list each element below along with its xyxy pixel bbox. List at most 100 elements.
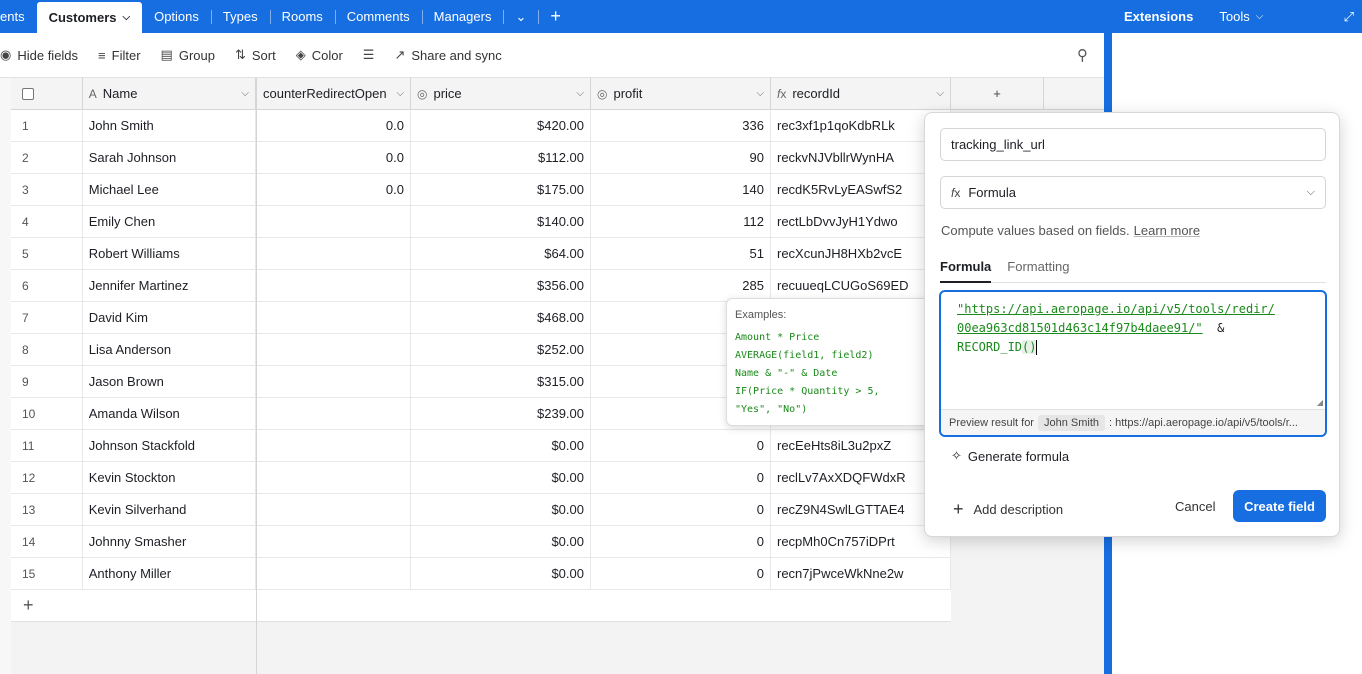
extensions-tab[interactable]: Extensions <box>1112 9 1193 24</box>
add-row-button[interactable]: + <box>11 590 256 622</box>
resize-handle-icon[interactable]: ◢ <box>1317 398 1323 407</box>
cell-counter[interactable] <box>257 334 411 365</box>
generate-formula-button[interactable]: ✧ Generate formula <box>951 448 1069 464</box>
chevron-down-icon[interactable]: ⌵ <box>756 88 764 99</box>
column-header-profit[interactable]: ◎ profit ⌵ <box>591 78 771 109</box>
table-row[interactable]: 11 Johnson Stackfold <box>11 430 256 462</box>
row-number[interactable]: 14 <box>11 526 83 557</box>
table-row[interactable]: 7 David Kim <box>11 302 256 334</box>
row-number[interactable]: 8 <box>11 334 83 365</box>
cell-profit[interactable]: 285 <box>591 270 771 301</box>
cell-price[interactable]: $0.00 <box>411 558 591 589</box>
row-number[interactable]: 9 <box>11 366 83 397</box>
cell-price[interactable]: $0.00 <box>411 526 591 557</box>
cell-counter[interactable] <box>257 206 411 237</box>
row-number[interactable]: 3 <box>11 174 83 205</box>
cell-price[interactable]: $0.00 <box>411 430 591 461</box>
table-row[interactable]: 0.0 $175.00 140 recdK5RvLyEASwfS2 <box>257 174 951 206</box>
cell-price[interactable]: $468.00 <box>411 302 591 333</box>
cell-name[interactable]: Amanda Wilson <box>83 398 256 429</box>
column-header-name[interactable]: A Name ⌵ <box>83 78 256 109</box>
table-row[interactable]: 13 Kevin Silverhand <box>11 494 256 526</box>
table-row[interactable]: 2 Sarah Johnson <box>11 142 256 174</box>
cell-profit[interactable]: 0 <box>591 526 771 557</box>
row-number[interactable]: 12 <box>11 462 83 493</box>
search-icon[interactable]: ⚲ <box>1077 46 1088 64</box>
chevron-down-icon[interactable]: ⌵ <box>241 88 249 99</box>
add-row-area[interactable] <box>257 590 951 622</box>
tab-comments[interactable]: Comments <box>334 0 422 33</box>
table-row[interactable]: 3 Michael Lee <box>11 174 256 206</box>
field-type-select[interactable]: fx Formula ⌵ <box>940 176 1326 209</box>
table-row[interactable]: $0.00 0 recpMh0Cn757iDPrt <box>257 526 951 558</box>
checkbox[interactable] <box>22 87 34 100</box>
cell-counter[interactable] <box>257 270 411 301</box>
cell-name[interactable]: Kevin Stockton <box>83 462 256 493</box>
cell-profit[interactable]: 336 <box>591 110 771 141</box>
cell-counter[interactable] <box>257 238 411 269</box>
table-row[interactable]: 10 Amanda Wilson <box>11 398 256 430</box>
table-row[interactable]: 5 Robert Williams <box>11 238 256 270</box>
hide-fields-button[interactable]: ◉ Hide fields <box>0 47 88 63</box>
cell-name[interactable]: Kevin Silverhand <box>83 494 256 525</box>
tab-formatting[interactable]: Formatting <box>1007 259 1069 282</box>
table-row[interactable]: $64.00 51 recXcunJH8HXb2vcE <box>257 238 951 270</box>
cell-profit[interactable]: 0 <box>591 430 771 461</box>
cell-price[interactable]: $239.00 <box>411 398 591 429</box>
cell-profit[interactable]: 90 <box>591 142 771 173</box>
table-row[interactable]: 8 Lisa Anderson <box>11 334 256 366</box>
chevron-down-icon[interactable]: ⌵ <box>396 88 404 99</box>
cell-counter[interactable] <box>257 494 411 525</box>
cell-price[interactable]: $420.00 <box>411 110 591 141</box>
cell-price[interactable]: $0.00 <box>411 462 591 493</box>
sort-button[interactable]: ⇅ Sort <box>225 47 286 63</box>
row-number[interactable]: 1 <box>11 110 83 141</box>
expand-icon[interactable]: ⤢ <box>1344 9 1354 25</box>
cell-counter[interactable] <box>257 558 411 589</box>
table-row[interactable]: 1 John Smith <box>11 110 256 142</box>
row-number[interactable]: 13 <box>11 494 83 525</box>
cell-price[interactable]: $175.00 <box>411 174 591 205</box>
formula-code[interactable]: "https://api.aeropage.io/api/v5/tools/re… <box>957 300 1317 357</box>
cell-profit[interactable]: 112 <box>591 206 771 237</box>
chevron-down-icon[interactable]: ⌵ <box>936 88 944 99</box>
column-header-counter[interactable]: counterRedirectOpen ⌵ <box>257 78 411 109</box>
cell-name[interactable]: Michael Lee <box>83 174 256 205</box>
table-row[interactable]: $0.00 0 recZ9N4SwlLGTTAE4 <box>257 494 951 526</box>
cell-name[interactable]: Lisa Anderson <box>83 334 256 365</box>
formula-editor[interactable]: "https://api.aeropage.io/api/v5/tools/re… <box>939 290 1327 437</box>
table-row[interactable]: 6 Jennifer Martinez <box>11 270 256 302</box>
cell-counter[interactable] <box>257 462 411 493</box>
cell-name[interactable]: Jennifer Martinez <box>83 270 256 301</box>
cell-profit[interactable]: 51 <box>591 238 771 269</box>
column-header-price[interactable]: ◎ price ⌵ <box>411 78 591 109</box>
cancel-button[interactable]: Cancel <box>1175 499 1215 514</box>
tab-types[interactable]: Types <box>210 0 270 33</box>
row-number[interactable]: 7 <box>11 302 83 333</box>
cell-counter[interactable]: 0.0 <box>257 110 411 141</box>
table-row[interactable]: $0.00 0 recEeHts8iL3u2pxZ <box>257 430 951 462</box>
select-all-checkbox[interactable] <box>11 78 83 109</box>
tab-rooms[interactable]: Rooms <box>269 0 335 33</box>
cell-recordid[interactable]: recn7jPwceWkNne2w <box>771 558 951 589</box>
add-field-button[interactable]: + <box>951 78 1044 109</box>
preview-record-chip[interactable]: John Smith <box>1037 414 1106 431</box>
cell-counter[interactable]: 0.0 <box>257 142 411 173</box>
row-number[interactable]: 2 <box>11 142 83 173</box>
cell-profit[interactable]: 0 <box>591 462 771 493</box>
cell-counter[interactable] <box>257 526 411 557</box>
row-number[interactable]: 11 <box>11 430 83 461</box>
cell-name[interactable]: Anthony Miller <box>83 558 256 589</box>
cell-name[interactable]: John Smith <box>83 110 256 141</box>
table-row[interactable]: 9 Jason Brown <box>11 366 256 398</box>
cell-profit[interactable]: 140 <box>591 174 771 205</box>
cell-name[interactable]: Jason Brown <box>83 366 256 397</box>
row-number[interactable]: 4 <box>11 206 83 237</box>
add-description-button[interactable]: + Add description <box>953 499 1063 520</box>
cell-counter[interactable] <box>257 366 411 397</box>
cell-counter[interactable]: 0.0 <box>257 174 411 205</box>
tab-formula[interactable]: Formula <box>940 259 992 283</box>
cell-price[interactable]: $0.00 <box>411 494 591 525</box>
cell-name[interactable]: Sarah Johnson <box>83 142 256 173</box>
cell-counter[interactable] <box>257 302 411 333</box>
